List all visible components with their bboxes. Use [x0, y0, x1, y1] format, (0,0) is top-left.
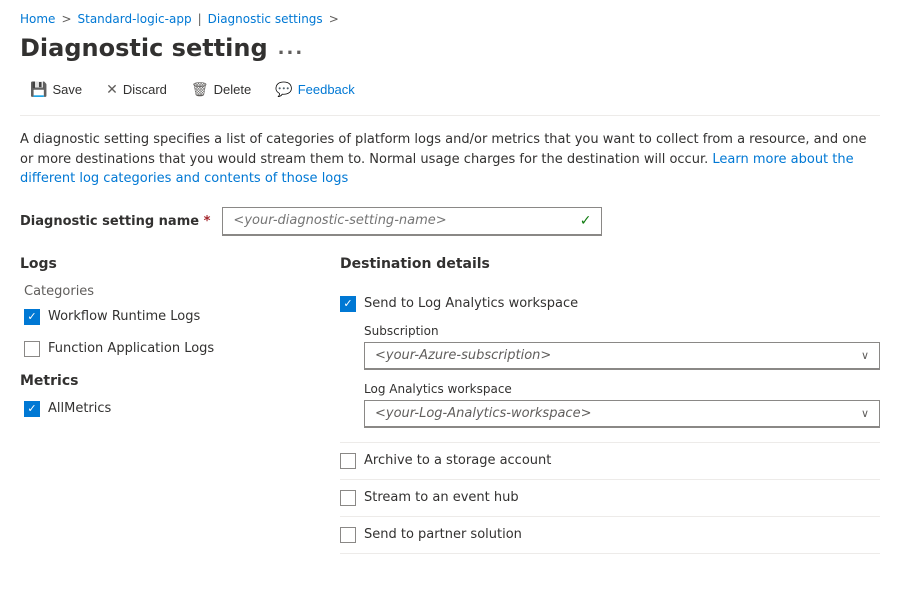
event-hub-checkbox[interactable] — [340, 490, 356, 506]
right-panel: Destination details Send to Log Analytic… — [340, 256, 880, 554]
log-analytics-header[interactable]: Send to Log Analytics workspace — [340, 296, 880, 312]
setting-name-field: Diagnostic setting name * ✓ — [20, 207, 880, 236]
subscription-dropdown-arrow: ∨ — [861, 349, 869, 362]
setting-name-label: Diagnostic setting name * — [20, 214, 210, 229]
partner-solution-checkbox[interactable] — [340, 527, 356, 543]
metrics-section-title: Metrics — [20, 373, 300, 389]
page-title: Diagnostic setting — [20, 34, 268, 62]
toolbar: 💾 Save ✕ Discard 🗑 Delete 💬 Feedback — [20, 76, 880, 116]
event-hub-option: Stream to an event hub — [340, 480, 880, 517]
feedback-button[interactable]: 💬 Feedback — [265, 76, 365, 103]
workflow-runtime-logs-label: Workflow Runtime Logs — [48, 309, 200, 324]
delete-button[interactable]: 🗑 Delete — [181, 76, 261, 103]
log-analytics-checkbox[interactable] — [340, 296, 356, 312]
log-analytics-workspace-field: Log Analytics workspace <your-Log-Analyt… — [340, 382, 880, 428]
delete-icon: 🗑 — [191, 81, 209, 98]
subscription-label: Subscription — [364, 324, 880, 338]
feedback-icon: 💬 — [275, 81, 292, 98]
main-layout: Logs Categories Workflow Runtime Logs Fu… — [20, 256, 880, 554]
input-check-icon: ✓ — [580, 213, 592, 229]
logs-section-title: Logs — [20, 256, 300, 272]
storage-account-checkbox[interactable] — [340, 453, 356, 469]
allmetrics-checkbox[interactable] — [24, 401, 40, 417]
function-application-logs-checkbox[interactable] — [24, 341, 40, 357]
storage-account-option: Archive to a storage account — [340, 443, 880, 480]
metrics-section: Metrics AllMetrics — [20, 373, 300, 417]
page-title-ellipsis: ... — [278, 38, 305, 59]
breadcrumb-home[interactable]: Home — [20, 12, 55, 26]
partner-solution-header[interactable]: Send to partner solution — [340, 527, 880, 543]
workflow-runtime-logs-checkbox[interactable] — [24, 309, 40, 325]
storage-account-label: Archive to a storage account — [364, 453, 551, 468]
log-analytics-workspace-value: <your-Log-Analytics-workspace> — [375, 406, 591, 421]
save-button[interactable]: 💾 Save — [20, 76, 92, 103]
categories-label: Categories — [20, 284, 300, 299]
description: A diagnostic setting specifies a list of… — [20, 130, 880, 189]
discard-icon: ✕ — [106, 81, 118, 98]
function-application-logs-item[interactable]: Function Application Logs — [20, 341, 300, 357]
log-analytics-option: Send to Log Analytics workspace Subscrip… — [340, 286, 880, 443]
discard-button[interactable]: ✕ Discard — [96, 76, 177, 103]
subscription-field: Subscription <your-Azure-subscription> ∨ — [340, 324, 880, 370]
breadcrumb-app[interactable]: Standard-logic-app — [78, 12, 192, 26]
storage-account-header[interactable]: Archive to a storage account — [340, 453, 880, 469]
log-analytics-workspace-dropdown-arrow: ∨ — [861, 407, 869, 420]
breadcrumb-settings[interactable]: Diagnostic settings — [208, 12, 323, 26]
allmetrics-label: AllMetrics — [48, 401, 111, 416]
log-analytics-workspace-label: Log Analytics workspace — [364, 382, 880, 396]
destination-section-title: Destination details — [340, 256, 880, 272]
subscription-value: <your-Azure-subscription> — [375, 348, 551, 363]
subscription-dropdown[interactable]: <your-Azure-subscription> ∨ — [364, 342, 880, 370]
partner-solution-label: Send to partner solution — [364, 527, 522, 542]
event-hub-label: Stream to an event hub — [364, 490, 519, 505]
allmetrics-item[interactable]: AllMetrics — [20, 401, 300, 417]
setting-name-input-wrapper[interactable]: ✓ — [222, 207, 602, 236]
log-analytics-workspace-dropdown[interactable]: <your-Log-Analytics-workspace> ∨ — [364, 400, 880, 428]
setting-name-input[interactable] — [233, 213, 553, 228]
left-panel: Logs Categories Workflow Runtime Logs Fu… — [20, 256, 300, 554]
event-hub-header[interactable]: Stream to an event hub — [340, 490, 880, 506]
workflow-runtime-logs-item[interactable]: Workflow Runtime Logs — [20, 309, 300, 325]
breadcrumb: Home > Standard-logic-app | Diagnostic s… — [20, 12, 880, 26]
function-application-logs-label: Function Application Logs — [48, 341, 214, 356]
log-analytics-label: Send to Log Analytics workspace — [364, 296, 578, 311]
partner-solution-option: Send to partner solution — [340, 517, 880, 554]
save-icon: 💾 — [30, 81, 47, 98]
